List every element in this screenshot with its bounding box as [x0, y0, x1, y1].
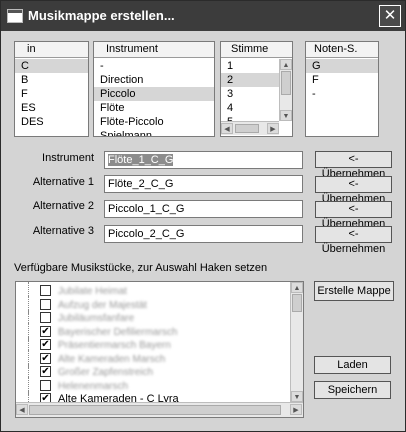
piece-title: Großer Zapfenstreich [58, 367, 154, 378]
scroll-thumb[interactable] [235, 124, 259, 133]
voice-list-item[interactable]: 1 [221, 59, 279, 73]
pieces-label: Verfügbare Musikstücke, zur Auswahl Hake… [14, 262, 268, 274]
instrument-field[interactable]: Flöte_1_C_G [104, 151, 303, 169]
piece-checkbox[interactable] [40, 285, 51, 296]
window-title: Musikmappe erstellen... [28, 8, 175, 23]
piece-checkbox[interactable]: ✔ [40, 366, 51, 377]
voice-list[interactable]: Stimme 12345 ▲ ▼ ◀ ▶ [220, 41, 293, 137]
scroll-left-icon[interactable]: ◀ [221, 123, 233, 134]
piece-title: Jubilate Heimat [58, 286, 127, 297]
voice-list-header[interactable]: Stimme [221, 42, 292, 58]
pieces-list[interactable]: Jubilate Heimat Aufzug der Majestät Jubilä… [15, 281, 304, 418]
voice-list-hscrollbar[interactable]: ◀ ▶ [221, 121, 279, 135]
alternative-2-field[interactable]: Piccolo_1_C_G [104, 200, 303, 218]
alternative-1-field[interactable]: Flöte_2_C_G [104, 175, 303, 193]
instrument-label: Instrument [42, 152, 94, 164]
instrument-list-item[interactable]: Piccolo [94, 87, 214, 101]
scroll-left-icon[interactable]: ◀ [16, 404, 28, 415]
instrument-list-item[interactable]: Flöte-Piccolo [94, 115, 214, 129]
instrument-field-value: Flöte_1_C_G [108, 154, 174, 166]
scroll-down-icon[interactable]: ▼ [291, 391, 303, 402]
instrument-list-item[interactable]: Spielmann... [94, 129, 214, 136]
key-list-item[interactable]: ES [15, 101, 88, 115]
alternative-3-label: Alternative 3 [32, 225, 94, 237]
instrument-list-item[interactable]: - [94, 59, 214, 73]
apply-alternative-1-button[interactable]: <- Übernehmen [315, 176, 392, 205]
apply-alternative-3-button[interactable]: <- Übernehmen [315, 226, 392, 255]
apply-alternative-2-button[interactable]: <- Übernehmen [315, 201, 392, 230]
scroll-thumb[interactable] [281, 71, 291, 95]
scroll-right-icon[interactable]: ▶ [267, 123, 279, 134]
piece-title: Aufzug der Majestät [58, 299, 147, 311]
scroll-up-icon[interactable]: ▲ [280, 59, 292, 70]
alternative-1-label: Alternative 1 [32, 176, 94, 188]
instrument-list-header-label: Instrument [106, 43, 158, 55]
create-folder-button[interactable]: Erstelle Mappe [314, 281, 394, 301]
close-button[interactable]: ✕ [379, 5, 401, 27]
piece-title: Präsentiermarsch Bayern [58, 340, 171, 351]
instrument-list-rows: - Direction Piccolo Flöte Flöte-Piccolo Spiel… [94, 59, 214, 136]
clef-list-header[interactable]: Noten-S. [306, 42, 378, 58]
clef-list-item[interactable]: G [306, 59, 378, 73]
apply-instrument-button[interactable]: <- Übernehmen [315, 151, 392, 180]
key-list-item[interactable]: F [15, 87, 88, 101]
piece-checkbox[interactable]: ✔ [40, 352, 51, 364]
pieces-hscrollbar[interactable]: ◀ ▶ [16, 402, 303, 417]
voice-list-vscrollbar[interactable]: ▲ ▼ [279, 59, 292, 121]
piece-checkbox[interactable]: ✔ [40, 339, 51, 350]
scroll-right-icon[interactable]: ▶ [290, 404, 302, 415]
piece-checkbox[interactable] [40, 312, 51, 323]
window-icon [7, 9, 23, 23]
instrument-list-item[interactable]: Direction [94, 73, 214, 87]
piece-checkbox[interactable] [40, 298, 51, 310]
voice-list-item[interactable]: 3 [221, 87, 279, 101]
clef-list-header-label: Noten-S. [314, 43, 358, 55]
dialog-window: Musikmappe erstellen... ✕ in C B F ES DES In… [0, 0, 406, 432]
instrument-list[interactable]: Instrument - Direction Piccolo Flöte Flöte-P… [93, 41, 215, 137]
scroll-thumb[interactable] [29, 405, 281, 415]
scroll-thumb[interactable] [292, 294, 302, 312]
piece-title: Alte Kameraden Marsch [58, 353, 166, 365]
piece-checkbox[interactable]: ✔ [40, 325, 51, 337]
instrument-list-item[interactable]: Flöte [94, 101, 214, 115]
key-list[interactable]: in C B F ES DES [14, 41, 89, 137]
pieces-vscrollbar[interactable]: ▲ ▼ [290, 282, 303, 402]
save-button[interactable]: Speichern [314, 381, 391, 399]
key-list-item[interactable]: B [15, 73, 88, 87]
voice-list-item[interactable]: 4 [221, 101, 279, 115]
clef-list-item[interactable]: F [306, 73, 378, 87]
clef-list[interactable]: Noten-S. GF- [305, 41, 379, 137]
voice-list-header-label: Stimme [231, 43, 269, 55]
key-list-header[interactable]: in [15, 42, 88, 58]
key-list-header-label: in [27, 43, 36, 55]
key-list-rows: C B F ES DES [15, 59, 88, 129]
key-list-item[interactable]: DES [15, 115, 88, 129]
voice-list-rows: 12345 [221, 59, 279, 129]
scroll-down-icon[interactable]: ▼ [280, 110, 292, 121]
key-list-item[interactable]: C [15, 59, 88, 73]
alternative-2-label: Alternative 2 [32, 200, 94, 212]
load-button[interactable]: Laden [314, 356, 391, 374]
piece-checkbox[interactable] [40, 379, 51, 391]
piece-title: Helenenmarsch [58, 380, 129, 392]
scroll-up-icon[interactable]: ▲ [291, 282, 303, 293]
clef-list-rows: GF- [306, 59, 378, 101]
alternative-3-field[interactable]: Piccolo_2_C_G [104, 225, 303, 243]
instrument-list-header[interactable]: Instrument [94, 42, 214, 58]
piece-title: Bayerischer Defiliermarsch [58, 326, 178, 338]
piece-title: Jubiläumsfanfare [58, 313, 135, 324]
voice-list-item[interactable]: 2 [221, 73, 279, 87]
clef-list-item[interactable]: - [306, 87, 378, 101]
title-bar[interactable]: Musikmappe erstellen... ✕ [1, 1, 405, 31]
